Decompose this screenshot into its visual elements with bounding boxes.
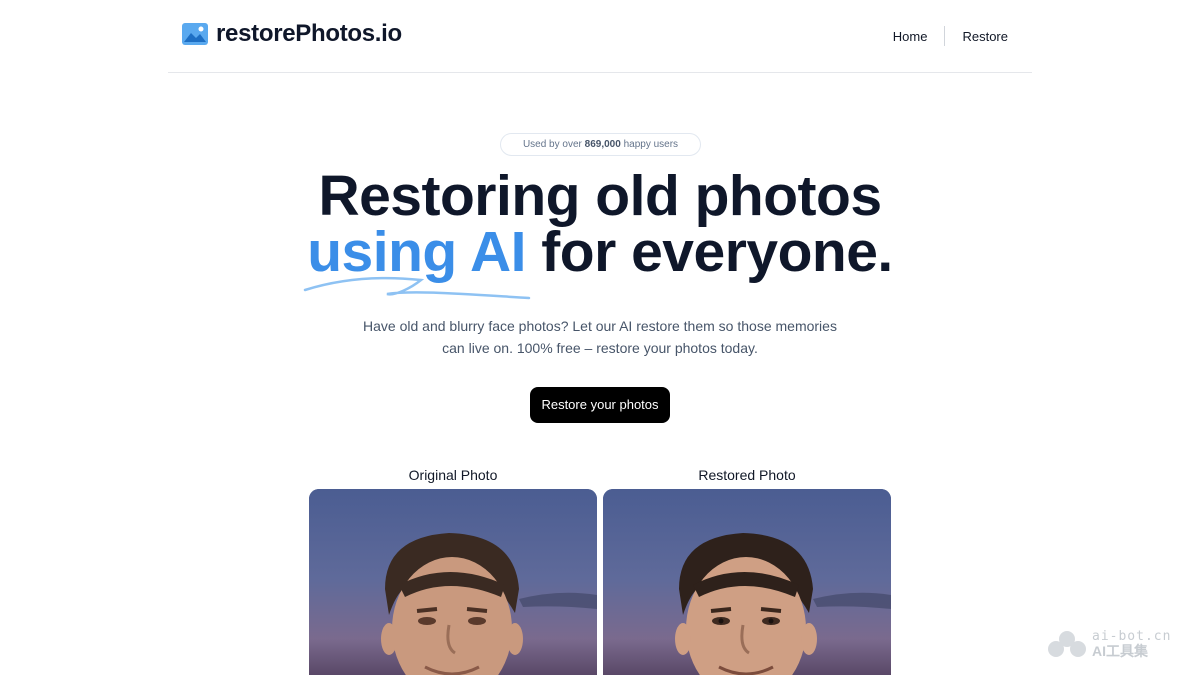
watermark-text: ai-bot.cn AI工具集 xyxy=(1092,629,1172,659)
nav-restore-link[interactable]: Restore xyxy=(962,29,1008,44)
main-nav: Home Restore xyxy=(893,26,1008,46)
badge-suffix: happy users xyxy=(620,139,679,150)
brand-logo[interactable]: restorePhotos.io xyxy=(182,20,402,48)
users-badge: Used by over 869,000 happy users xyxy=(500,133,701,156)
hero-headline: Restoring old photos using AI for everyo… xyxy=(0,168,1200,300)
brand-name: restorePhotos.io xyxy=(216,20,402,47)
restore-photos-button[interactable]: Restore your photos xyxy=(530,387,670,423)
underline-squiggle-icon xyxy=(303,276,531,300)
nav-divider xyxy=(944,26,946,46)
watermark-title: AI工具集 xyxy=(1092,643,1148,659)
headline-rest: for everyone. xyxy=(525,220,893,284)
original-photo xyxy=(309,489,597,675)
headline-accent: using AI xyxy=(303,224,531,300)
nav-home-link[interactable]: Home xyxy=(893,29,928,44)
watermark-domain: ai-bot.cn xyxy=(1092,629,1172,644)
badge-count: 869,000 xyxy=(584,139,621,150)
robot-logo-icon xyxy=(1048,631,1086,657)
site-watermark: ai-bot.cn AI工具集 xyxy=(1046,630,1171,658)
portrait-image xyxy=(603,489,891,675)
badge-prefix: Used by over xyxy=(522,139,585,150)
headline-line-1: Restoring old photos xyxy=(318,164,882,228)
site-header: restorePhotos.io Home Restore xyxy=(168,0,1032,73)
portrait-image xyxy=(309,489,597,675)
original-photo-label: Original Photo xyxy=(408,467,498,483)
page: restorePhotos.io Home Restore Used by ov… xyxy=(0,0,1200,675)
restored-photo xyxy=(603,489,891,675)
photo-icon xyxy=(182,23,208,45)
restored-photo-label: Restored Photo xyxy=(698,467,796,483)
hero-subtitle: Have old and blurry face photos? Let our… xyxy=(363,318,837,356)
